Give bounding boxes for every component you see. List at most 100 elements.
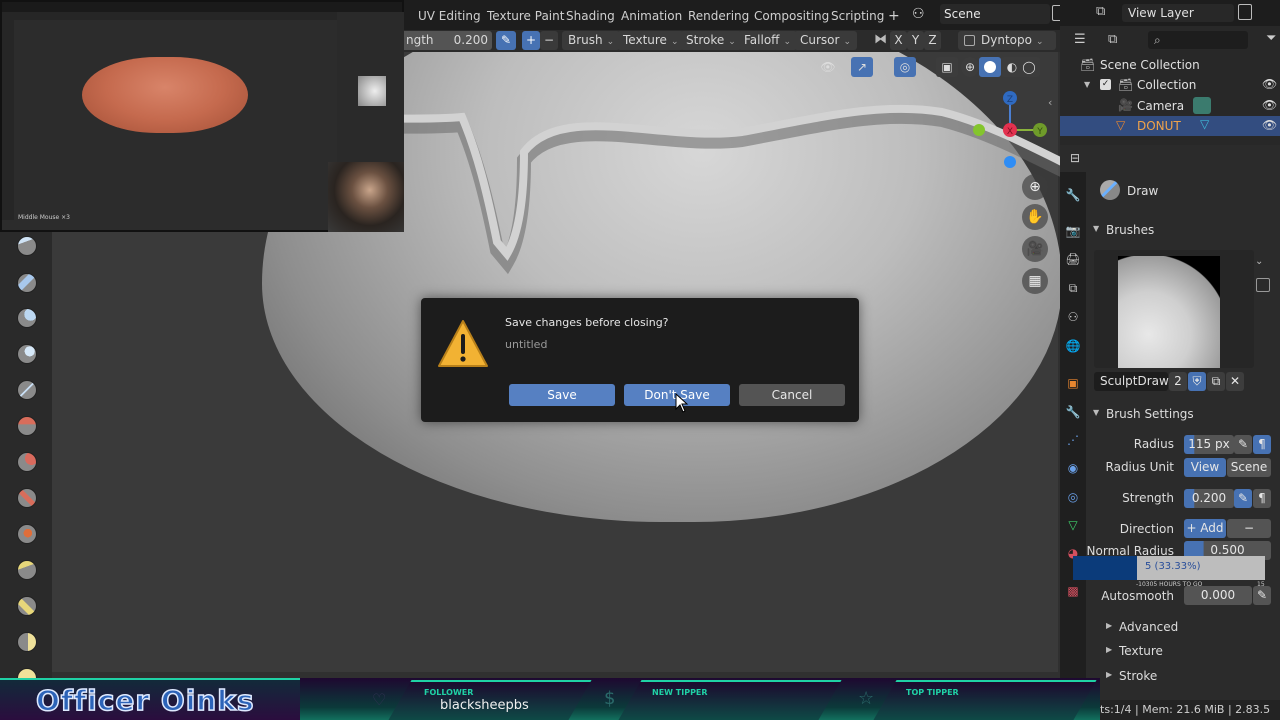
tool-clay-strips-icon[interactable]: [17, 273, 37, 293]
strength-unified-icon[interactable]: ¶: [1253, 489, 1271, 508]
autosmooth-pressure-icon[interactable]: ✎: [1253, 586, 1271, 605]
mirror-y-toggle[interactable]: Y: [907, 31, 924, 50]
direction-add-button[interactable]: + Add: [1184, 519, 1226, 538]
sidebar-toggle-icon[interactable]: ‹: [1048, 96, 1052, 109]
mirror-z-toggle[interactable]: Z: [924, 31, 941, 50]
brush-image-icon[interactable]: [1256, 278, 1270, 292]
tool-inflate-icon[interactable]: [17, 344, 37, 364]
tab-texture-paint[interactable]: Texture Paint: [481, 6, 570, 26]
strength-pressure-icon[interactable]: ✎: [1234, 489, 1252, 508]
brushes-section-header[interactable]: Brushes: [1106, 223, 1154, 237]
expand-collection-icon[interactable]: ▼: [1084, 80, 1090, 89]
gizmo-toggle-icon[interactable]: ↗: [851, 57, 873, 77]
tool-pinch-icon[interactable]: [17, 596, 37, 616]
data-tab-icon[interactable]: ▽: [1064, 516, 1082, 534]
save-button[interactable]: Save: [509, 384, 615, 406]
brush-name-field[interactable]: SculptDraw: [1094, 372, 1169, 391]
tool-clay-icon[interactable]: [17, 236, 37, 256]
fake-user-shield-icon[interactable]: ⛨: [1188, 372, 1206, 391]
scene-selector[interactable]: Scene: [940, 4, 1050, 24]
radius-unified-icon[interactable]: ¶: [1253, 435, 1271, 454]
scene-tab-icon[interactable]: ⚇: [1064, 308, 1082, 326]
falloff-menu[interactable]: Falloff ⌄: [738, 31, 797, 50]
unlink-brush-icon[interactable]: ✕: [1226, 372, 1244, 391]
overlay-toggle-icon[interactable]: ◎: [894, 57, 916, 77]
radius-unit-view-button[interactable]: View: [1184, 458, 1226, 477]
particles-tab-icon[interactable]: ⋰: [1064, 431, 1082, 449]
filter-mode-icon[interactable]: ⧉: [1108, 32, 1117, 47]
chevron-down-icon[interactable]: ⌄: [1255, 256, 1263, 267]
outliner-search-input[interactable]: ⌕: [1148, 31, 1248, 49]
visibility-eye-icon[interactable]: 👁: [1262, 98, 1277, 112]
tab-scripting[interactable]: Scripting: [825, 6, 890, 26]
navigation-gizmo[interactable]: Z Y X: [970, 88, 1050, 168]
render-layer-icon[interactable]: ⧉: [1096, 4, 1116, 22]
gizmo-neg-y-axis[interactable]: [973, 124, 985, 136]
tool-smooth-icon[interactable]: [17, 452, 37, 472]
object-tab-icon[interactable]: ▣: [1064, 374, 1082, 392]
advanced-section-header[interactable]: Advanced: [1119, 620, 1178, 634]
xray-toggle-icon[interactable]: ▣: [936, 57, 958, 77]
tool-grab-icon[interactable]: [17, 632, 37, 652]
output-tab-icon[interactable]: 🖨: [1064, 250, 1082, 268]
solid-shading-icon[interactable]: [979, 57, 1001, 77]
brush-users-count[interactable]: 2: [1169, 372, 1187, 391]
editor-type-icon[interactable]: ⊟: [1070, 151, 1080, 165]
radius-field[interactable]: 115 px: [1184, 435, 1234, 454]
filter-icon[interactable]: ⏷: [1266, 31, 1276, 46]
brush-preview-thumbnail[interactable]: [1118, 256, 1220, 368]
strength-field[interactable]: ngth 0.200: [400, 31, 492, 50]
visibility-eye-icon[interactable]: 👁: [1262, 118, 1277, 132]
dyntopo-checkbox[interactable]: [964, 35, 975, 46]
duplicate-brush-icon[interactable]: ⧉: [1207, 372, 1225, 391]
tool-crease-icon[interactable]: [17, 416, 37, 436]
view-layer-tab-icon[interactable]: ⧉: [1064, 279, 1082, 297]
pressure-pen-icon[interactable]: ✎: [496, 31, 516, 50]
modifier-tab-icon[interactable]: 🔧: [1064, 403, 1082, 421]
visibility-icon[interactable]: 👁: [817, 57, 839, 77]
collapse-arrow-icon[interactable]: ▼: [1093, 224, 1099, 233]
tool-layer-icon[interactable]: [17, 308, 37, 328]
cursor-menu[interactable]: Cursor ⌄: [794, 31, 857, 50]
dyntopo-toggle[interactable]: Dyntopo ⌄: [958, 31, 1056, 50]
direction-add-button[interactable]: +: [522, 31, 540, 50]
symmetry-icon[interactable]: ⧓: [874, 32, 887, 47]
autosmooth-field[interactable]: 0.000: [1184, 586, 1252, 605]
scene-icon[interactable]: ⚇: [912, 6, 925, 22]
stroke-section-header[interactable]: Stroke: [1119, 669, 1157, 683]
expand-arrow-icon[interactable]: ▶: [1106, 645, 1112, 654]
tool-tab-icon[interactable]: 🔧: [1064, 186, 1082, 204]
scene-collection-row[interactable]: Scene Collection: [1100, 58, 1200, 72]
tool-flatten-icon[interactable]: [17, 488, 37, 508]
direction-subtract-button[interactable]: − Subtr: [1227, 519, 1271, 554]
outliner-row-collection[interactable]: Collection: [1137, 78, 1196, 92]
outliner-row-donut[interactable]: DONUT: [1137, 119, 1181, 133]
brush-settings-section-header[interactable]: Brush Settings: [1106, 407, 1194, 421]
gizmo-neg-z-axis[interactable]: [1004, 156, 1016, 168]
tool-scrape-icon[interactable]: [17, 560, 37, 580]
render-tab-icon[interactable]: 📷: [1064, 222, 1082, 240]
tool-blob-icon[interactable]: [17, 380, 37, 400]
visibility-eye-icon[interactable]: 👁: [1262, 77, 1277, 91]
view-layer-selector[interactable]: View Layer: [1122, 4, 1234, 22]
world-tab-icon[interactable]: 🌐: [1064, 337, 1082, 355]
rendered-shading-icon[interactable]: ◯: [1018, 57, 1040, 77]
tab-animation[interactable]: Animation: [615, 6, 688, 26]
strength-field[interactable]: 0.200: [1184, 489, 1234, 508]
collapse-arrow-icon[interactable]: ▼: [1093, 408, 1099, 417]
constraints-tab-icon[interactable]: ◎: [1064, 488, 1082, 506]
wireframe-shading-icon[interactable]: ⊕: [961, 57, 979, 77]
outliner-row-camera[interactable]: Camera: [1137, 99, 1184, 113]
expand-arrow-icon[interactable]: ▶: [1106, 621, 1112, 630]
tool-fill-icon[interactable]: [17, 524, 37, 544]
collection-checkbox[interactable]: ✓: [1100, 79, 1111, 90]
display-mode-icon[interactable]: ☰: [1074, 32, 1086, 47]
expand-arrow-icon[interactable]: ▶: [1106, 670, 1112, 679]
direction-subtract-button[interactable]: −: [540, 31, 558, 50]
tab-rendering[interactable]: Rendering: [682, 6, 755, 26]
add-workspace-button[interactable]: +: [882, 6, 906, 26]
mirror-x-toggle[interactable]: X: [890, 31, 907, 50]
stroke-menu[interactable]: Stroke ⌄: [680, 31, 742, 50]
pan-hand-icon[interactable]: ✋: [1022, 204, 1048, 230]
tab-shading[interactable]: Shading: [560, 6, 621, 26]
